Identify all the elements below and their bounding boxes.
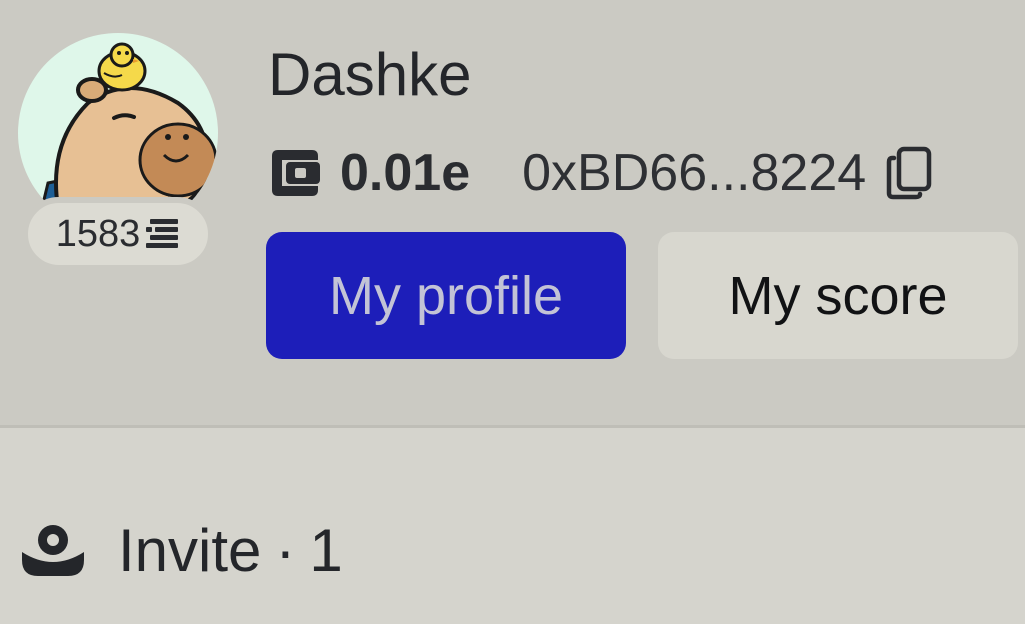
invite-count: 1 (309, 516, 343, 584)
wallet-address[interactable]: 0xBD66...8224 (522, 143, 866, 203)
my-profile-button[interactable]: My profile (266, 232, 626, 359)
invite-label: Invite (118, 516, 262, 584)
stacked-bars-icon (146, 219, 179, 248)
section-divider (0, 425, 1025, 428)
user-icon (22, 525, 84, 576)
my-score-button[interactable]: My score (658, 232, 1018, 359)
invite-row[interactable]: Invite · 1 (20, 512, 343, 588)
wallet-row: 0.01e 0xBD66...8224 (268, 140, 932, 206)
points-badge[interactable]: 1583 (22, 197, 214, 271)
points-value: 1583 (55, 212, 141, 255)
username: Dashke (268, 41, 472, 108)
wallet-icon (272, 150, 320, 196)
copy-icon[interactable] (886, 146, 932, 200)
invite-separator: · (275, 516, 296, 584)
wallet-balance: 0.01e (340, 144, 471, 202)
